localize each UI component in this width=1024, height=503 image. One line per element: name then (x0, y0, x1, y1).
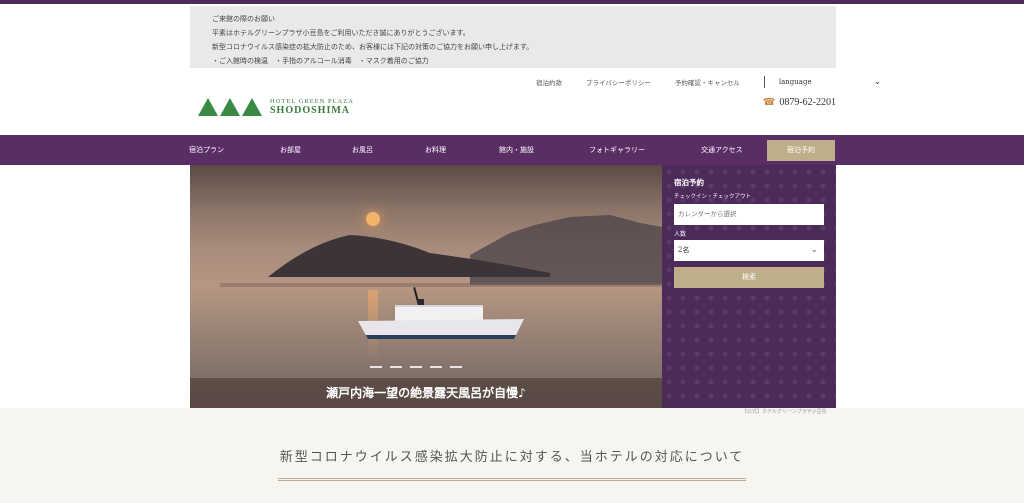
photo-credit: 【公式】ホテルグリーンプラザ小豆島 (742, 409, 827, 415)
date-input[interactable] (674, 204, 824, 225)
mountain-logo-icon (198, 98, 264, 116)
covid-notice: ご来館の際のお願い 平素はホテルグリーンプラザ小豆島をご利用いただき誠にありがと… (190, 6, 836, 68)
guests-value: 2名 (678, 246, 690, 254)
phone-icon: ☎ (762, 97, 776, 108)
hero-caption: 瀬戸内海一望の絶景露天風呂が自慢♪ (190, 378, 662, 408)
slider-dot[interactable] (450, 366, 462, 368)
notice-line: ご来館の際のお願い (212, 15, 275, 23)
logo-line1: HOTEL GREEN PLAZA (270, 98, 354, 105)
slider-dot[interactable] (430, 366, 442, 368)
language-label: language (778, 78, 812, 86)
util-link-privacy[interactable]: プライバシーポリシー (586, 77, 651, 87)
sunset-island-image (220, 215, 662, 287)
nav-item-rooms[interactable]: お部屋 (280, 135, 301, 165)
slider-dot[interactable] (410, 366, 422, 368)
language-selector[interactable]: language ⌄ (779, 77, 905, 87)
main-nav: 宿泊プラン お部屋 お風呂 お料理 館内・施設 フォトギャラリー 交通アクセス … (0, 135, 1024, 165)
divider (763, 76, 765, 88)
slider-dot[interactable] (370, 366, 382, 368)
chevron-down-icon: ⌄ (810, 245, 818, 255)
util-link-reservation-check[interactable]: 予約確認・キャンセル (675, 77, 740, 87)
util-link-terms[interactable]: 宿泊約款 (536, 77, 562, 87)
search-button[interactable]: 検索 (674, 267, 824, 288)
nav-item-gallery[interactable]: フォトギャラリー (589, 135, 645, 165)
chevron-down-icon: ⌄ (873, 77, 882, 87)
phone-text: 0879-62-2201 (779, 97, 836, 108)
logo-line2: SHODOSHIMA (270, 105, 351, 116)
guests-label: 人数 (674, 231, 687, 238)
guests-select[interactable]: 2名 ⌄ (674, 240, 824, 261)
ferry-cabin (395, 305, 483, 321)
nav-item-bath[interactable]: お風呂 (352, 135, 373, 165)
checkin-label: チェックイン・チェックアウト (674, 194, 752, 200)
top-rule (0, 0, 1024, 4)
slider-dots (370, 366, 470, 368)
slider-dot[interactable] (390, 366, 402, 368)
notice-line: ・ご入館時の検温 ・手指のアルコール消毒 ・マスク着用のご協力 (212, 57, 429, 65)
reserve-button[interactable]: 宿泊予約 (767, 140, 835, 161)
hero-slider[interactable]: 瀬戸内海一望の絶景露天風呂が自慢♪ (190, 165, 662, 408)
notice-line: 新型コロナウイルス感染症の拡大防止のため、お客様には下記の対策のご協力をお願い申… (212, 43, 534, 51)
notice-line: 平素はホテルグリーンプラザ小豆島をご利用いただき誠にありがとうございます。 (212, 29, 470, 37)
title-underline (278, 478, 746, 481)
phone-number[interactable]: ☎ 0879-62-2201 (763, 97, 836, 108)
nav-item-cuisine[interactable]: お料理 (425, 135, 446, 165)
booking-panel: 宿泊予約 チェックイン・チェックアウト 人数 2名 ⌄ 検索 (662, 165, 836, 408)
booking-title: 宿泊予約 (674, 178, 704, 187)
nav-item-plans[interactable]: 宿泊プラン (189, 135, 224, 165)
hotel-logo[interactable]: HOTEL GREEN PLAZA SHODOSHIMA (198, 98, 354, 116)
nav-item-access[interactable]: 交通アクセス (701, 135, 743, 165)
nav-item-facilities[interactable]: 館内・施設 (499, 135, 534, 165)
ferry-hull (358, 319, 524, 339)
utility-nav: 宿泊約款 プライバシーポリシー 予約確認・キャンセル language ⌄ (536, 76, 905, 88)
section-title[interactable]: 新型コロナウイルス感染拡大防止に対する、当ホテルの対応について (0, 446, 1024, 465)
sun (366, 212, 380, 226)
